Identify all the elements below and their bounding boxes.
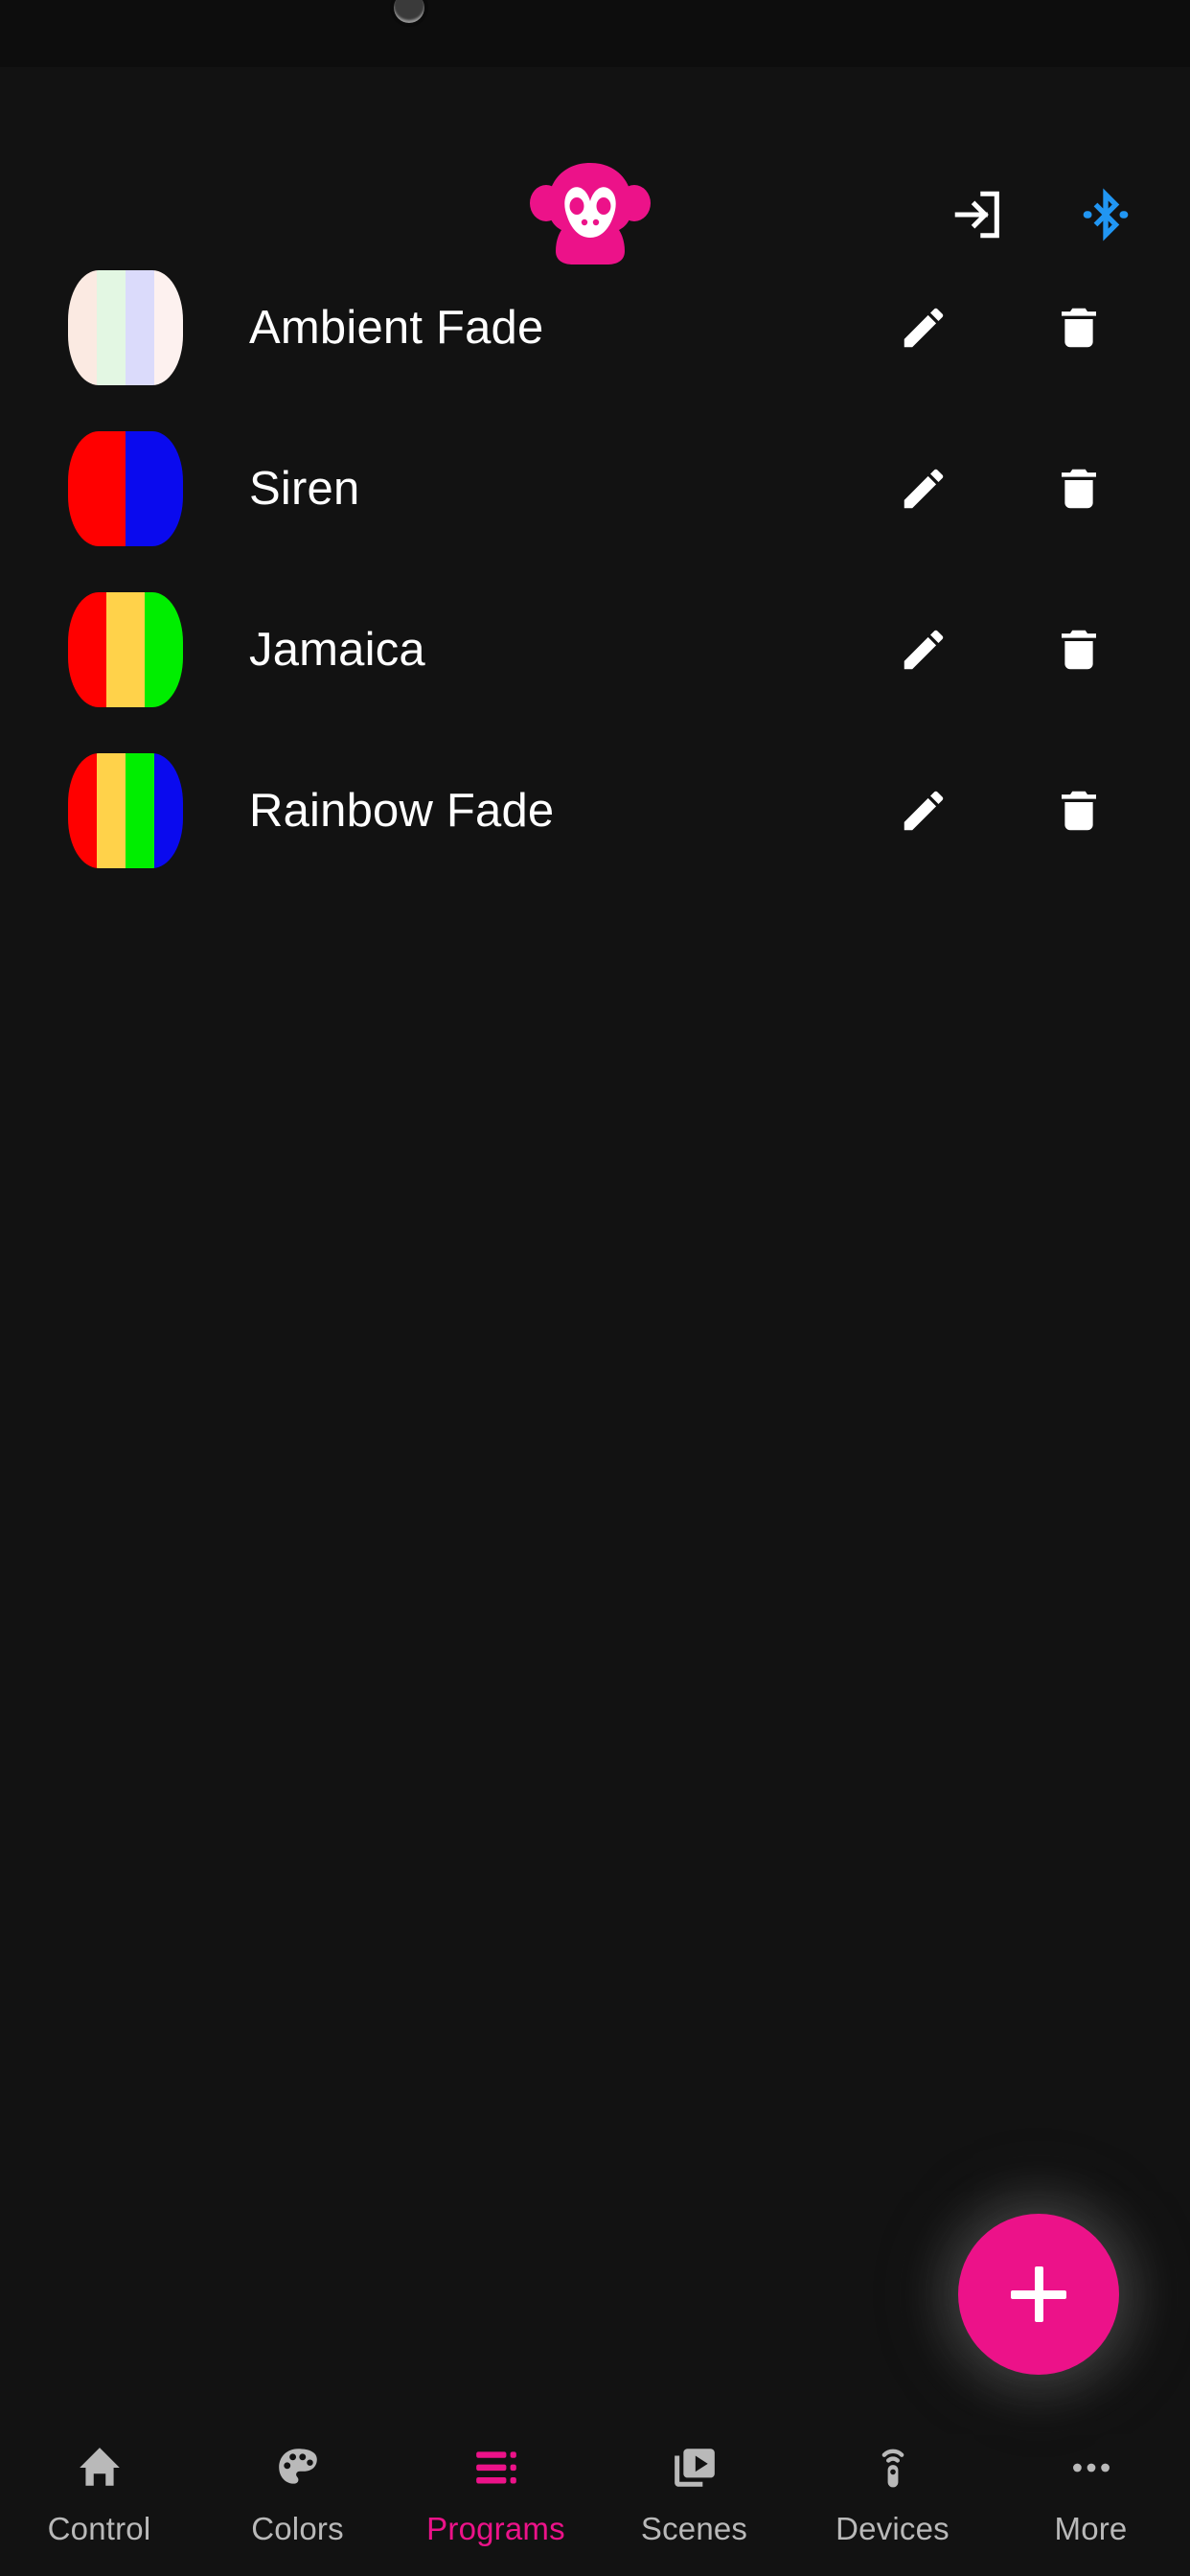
nav-label: Devices (835, 2511, 950, 2546)
table-row[interactable]: Rainbow Fade (0, 730, 1190, 891)
bottom-navigation: Control Colors Programs Scenes Devices M… (0, 2423, 1190, 2576)
program-name: Rainbow Fade (249, 785, 555, 837)
edit-program-button[interactable] (889, 293, 958, 362)
nav-item-colors[interactable]: Colors (198, 2438, 397, 2547)
edit-program-button[interactable] (889, 776, 958, 845)
delete-program-button[interactable] (1044, 293, 1113, 362)
nav-label: Colors (251, 2511, 344, 2546)
add-program-button[interactable] (958, 2214, 1119, 2375)
home-icon (76, 2438, 124, 2497)
edit-program-button[interactable] (889, 454, 958, 523)
nav-item-more[interactable]: More (992, 2438, 1190, 2547)
remote-signal-icon (869, 2438, 917, 2497)
nav-item-control[interactable]: Control (0, 2438, 198, 2547)
edit-program-button[interactable] (889, 615, 958, 684)
program-color-swatch (68, 753, 183, 868)
status-bar (0, 0, 1190, 67)
row-actions (889, 615, 1113, 684)
app-header (0, 67, 1190, 264)
program-color-swatch (68, 270, 183, 385)
nav-item-programs[interactable]: Programs (397, 2438, 595, 2547)
app-screen: Ambient Fade Siren Jamaica Rainbow Fade … (0, 0, 1190, 2576)
table-row[interactable]: Ambient Fade (0, 247, 1190, 408)
palette-icon (274, 2438, 322, 2497)
delete-program-button[interactable] (1044, 454, 1113, 523)
row-actions (889, 293, 1113, 362)
row-actions (889, 454, 1113, 523)
program-name: Jamaica (249, 624, 425, 676)
nav-label: Scenes (640, 2511, 748, 2546)
program-name: Siren (249, 463, 360, 515)
nav-label: Control (47, 2511, 151, 2546)
nav-label: Programs (426, 2511, 565, 2546)
playlist-icon (472, 2438, 520, 2497)
video-library-icon (671, 2438, 719, 2497)
table-row[interactable]: Siren (0, 408, 1190, 569)
nav-item-devices[interactable]: Devices (793, 2438, 992, 2547)
nav-item-scenes[interactable]: Scenes (595, 2438, 793, 2547)
delete-program-button[interactable] (1044, 615, 1113, 684)
plus-icon-vertical (1034, 2266, 1043, 2322)
row-actions (889, 776, 1113, 845)
delete-program-button[interactable] (1044, 776, 1113, 845)
more-dots-icon (1067, 2438, 1115, 2497)
table-row[interactable]: Jamaica (0, 569, 1190, 730)
program-color-swatch (68, 592, 183, 707)
nav-label: More (1054, 2511, 1128, 2546)
program-color-swatch (68, 431, 183, 546)
program-name: Ambient Fade (249, 302, 544, 354)
front-camera-punch-hole (390, 0, 428, 27)
program-list: Ambient Fade Siren Jamaica Rainbow Fade (0, 220, 1190, 2423)
